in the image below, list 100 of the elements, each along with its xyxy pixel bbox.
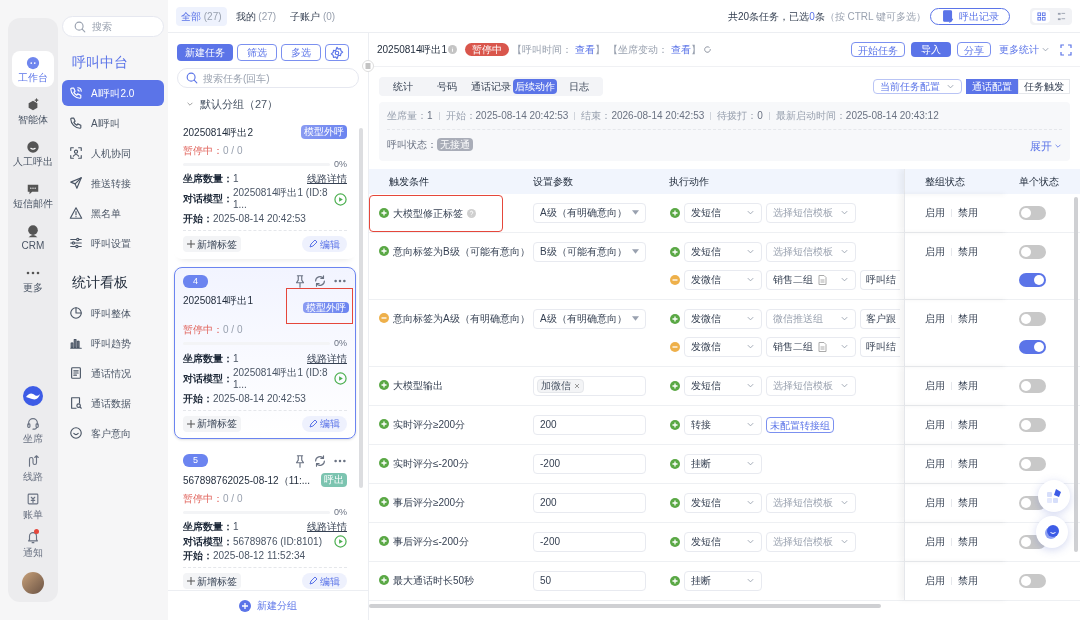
group-select[interactable]: 销售二组 [766, 269, 856, 290]
task-card[interactable]: 5 567898762025-08-12（11:... 呼出 暂停中：0 / 0 0% 坐席数量：1 线路详情 对话模型：56789876 (ID:8101) 开始：2025-08-12 11:52:34 新增标签 编辑 [174, 446, 356, 590]
action-button[interactable]: 分享 [957, 42, 991, 57]
status-option[interactable]: 启用 [925, 244, 945, 259]
avatar[interactable] [22, 572, 44, 594]
action-select[interactable]: 挂断 [684, 570, 762, 591]
more-stats-dropdown[interactable]: 更多统计 [999, 42, 1050, 57]
toggle-switch[interactable] [1019, 339, 1046, 354]
view-link[interactable]: 查看 [671, 42, 692, 57]
plus-circle-icon[interactable] [670, 380, 680, 391]
plus-circle-icon[interactable] [670, 497, 680, 508]
line-details-link[interactable]: 线路详情 [307, 173, 347, 185]
toggle-switch[interactable] [1019, 244, 1046, 259]
logo-icon[interactable] [23, 386, 43, 406]
add-tag-button[interactable]: 新增标签 [183, 236, 241, 252]
plus-circle-icon[interactable] [670, 246, 680, 257]
status-option[interactable]: 禁用 [958, 456, 978, 471]
transfer-group-button[interactable]: 未配置转接组 [766, 416, 834, 433]
plus-circle-icon[interactable] [379, 497, 389, 507]
add-tag-button[interactable]: 新增标签 [183, 415, 241, 432]
status-option[interactable]: 禁用 [958, 378, 978, 393]
tag-input[interactable]: 加微信 [533, 375, 646, 396]
action-select[interactable]: 挂断 [684, 453, 762, 474]
nav-item[interactable]: 呼叫趋势 [62, 330, 164, 356]
group-select[interactable]: 销售二组 [766, 336, 856, 357]
toggle-switch[interactable] [1019, 456, 1046, 471]
plus-circle-icon[interactable] [379, 419, 389, 429]
toggle-switch[interactable] [1019, 311, 1046, 326]
play-icon[interactable] [334, 192, 347, 206]
line-details-link[interactable]: 线路详情 [307, 521, 347, 533]
action-button[interactable]: 开始任务 [851, 42, 905, 57]
nav-item[interactable]: 人机协同 [62, 140, 164, 166]
scrollbar[interactable] [359, 128, 363, 488]
toggle-switch[interactable] [1019, 378, 1046, 393]
param-input[interactable]: -200 [533, 531, 646, 552]
edit-button[interactable]: 编辑 [302, 236, 347, 252]
vertical-scrollbar[interactable] [1074, 196, 1078, 552]
status-option[interactable]: 禁用 [958, 534, 978, 549]
nav-item[interactable]: AI呼叫 [62, 110, 164, 136]
close-icon[interactable] [574, 382, 580, 389]
nav-item[interactable]: 黑名单 [62, 200, 164, 226]
rail-item[interactable]: 工作台 [12, 51, 54, 87]
filter-tab[interactable]: 子账户 (0) [285, 6, 341, 26]
detail-tab[interactable]: 号码 [425, 79, 469, 94]
plus-circle-icon[interactable] [670, 313, 680, 324]
help-icon[interactable] [467, 208, 476, 218]
status-option[interactable]: 启用 [925, 311, 945, 326]
nav-item[interactable]: 呼叫整体 [62, 300, 164, 326]
rail-item[interactable]: 坐席 [23, 416, 43, 444]
minus-circle-icon[interactable] [670, 274, 680, 285]
toggle-switch[interactable] [1019, 573, 1046, 588]
nav-item[interactable]: 客户意向 [62, 420, 164, 446]
detail-tab[interactable]: 统计 [381, 79, 425, 94]
create-task-button[interactable]: 新建任务 [177, 44, 233, 61]
param-input[interactable]: 200 [533, 492, 646, 513]
plus-circle-icon[interactable] [379, 246, 389, 256]
result-select[interactable]: 呼叫结 [860, 336, 900, 357]
minus-circle-icon[interactable] [670, 341, 680, 352]
edit-button[interactable]: 编辑 [302, 415, 347, 432]
play-icon[interactable] [334, 535, 347, 548]
detail-tab[interactable]: 通话记录 [469, 79, 513, 94]
toggle-switch[interactable] [1019, 417, 1046, 432]
status-option[interactable]: 禁用 [958, 244, 978, 259]
status-option[interactable]: 启用 [925, 378, 945, 393]
param-input[interactable]: 200 [533, 414, 646, 435]
status-option[interactable]: 启用 [925, 417, 945, 432]
status-option[interactable]: 禁用 [958, 417, 978, 432]
grid-view-button[interactable] [1032, 9, 1050, 23]
action-select[interactable]: 发微信 [684, 336, 762, 357]
plus-circle-icon[interactable] [379, 380, 389, 390]
add-tag-button[interactable]: 新增标签 [183, 573, 241, 589]
action-select[interactable]: 发短信 [684, 241, 762, 262]
rail-item[interactable]: 智能体 [12, 93, 54, 129]
param-input[interactable]: -200 [533, 453, 646, 474]
plus-circle-icon[interactable] [670, 536, 680, 547]
minus-circle-icon[interactable] [379, 313, 389, 323]
rail-item[interactable]: 线路 [23, 454, 43, 482]
rail-item[interactable]: CRM [12, 219, 54, 255]
toolbar-button[interactable]: 筛选 [237, 44, 277, 61]
action-select[interactable]: 转接 [684, 414, 762, 435]
config-select[interactable]: 当前任务配置 [873, 79, 962, 94]
horizontal-scrollbar[interactable] [369, 604, 881, 608]
status-option[interactable]: 禁用 [958, 205, 978, 220]
nav-item[interactable]: 通话情况 [62, 360, 164, 386]
view-link[interactable]: 查看 [575, 42, 596, 57]
action-select[interactable]: 发短信 [684, 375, 762, 396]
edit-button[interactable]: 编辑 [302, 573, 347, 589]
expand-button[interactable]: 展开 [1030, 138, 1062, 155]
plus-circle-icon[interactable] [670, 207, 680, 218]
collapse-handle-icon[interactable] [362, 60, 374, 72]
fullscreen-icon[interactable] [1060, 43, 1072, 56]
status-option[interactable]: 禁用 [958, 573, 978, 588]
config-mode-tab[interactable]: 任务触发 [1018, 79, 1070, 94]
status-option[interactable]: 禁用 [958, 495, 978, 510]
rail-item[interactable]: 人工呼出 [12, 135, 54, 171]
filter-tab[interactable]: 全部 (27) [176, 6, 227, 26]
param-select[interactable]: A级（有明确意向） [533, 202, 646, 223]
detail-tab[interactable]: 后续动作 [513, 79, 557, 94]
param-select[interactable]: A级（有明确意向） [533, 308, 646, 329]
play-icon[interactable] [334, 372, 347, 385]
